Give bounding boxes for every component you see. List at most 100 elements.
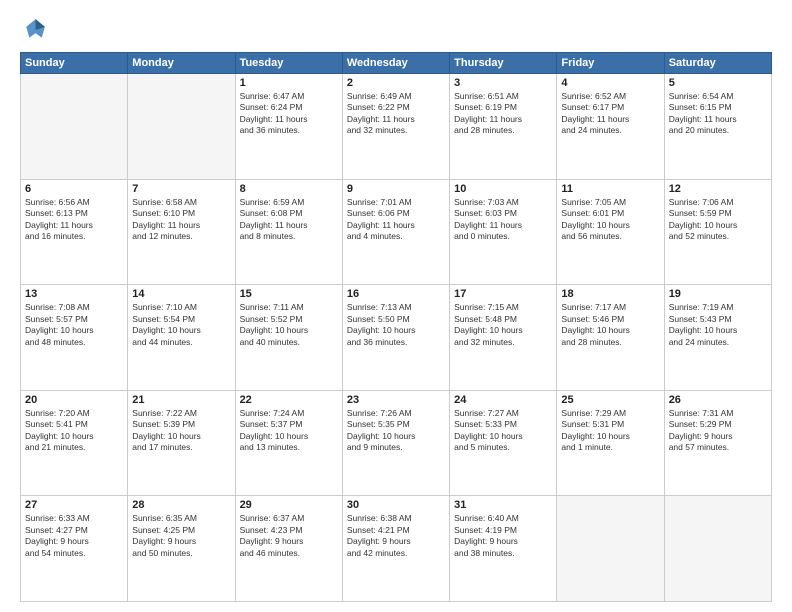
calendar-cell: 23 Sunrise: 7:26 AM Sunset: 5:35 PM Dayli… [342, 390, 449, 496]
calendar-cell: 3 Sunrise: 6:51 AM Sunset: 6:19 PM Daylig… [450, 74, 557, 180]
day-of-week-header: Thursday [450, 53, 557, 74]
calendar-cell: 21 Sunrise: 7:22 AM Sunset: 5:39 PM Dayli… [128, 390, 235, 496]
page: SundayMondayTuesdayWednesdayThursdayFrid… [0, 0, 792, 612]
calendar-header-row: SundayMondayTuesdayWednesdayThursdayFrid… [21, 53, 772, 74]
calendar-week-row: 1 Sunrise: 6:47 AM Sunset: 6:24 PM Daylig… [21, 74, 772, 180]
day-number: 7 [132, 183, 230, 195]
day-info: Sunrise: 7:26 AM Sunset: 5:35 PM Dayligh… [347, 408, 445, 454]
day-info: Sunrise: 7:03 AM Sunset: 6:03 PM Dayligh… [454, 197, 552, 243]
day-info: Sunrise: 7:19 AM Sunset: 5:43 PM Dayligh… [669, 302, 767, 348]
day-of-week-header: Tuesday [235, 53, 342, 74]
calendar-cell: 7 Sunrise: 6:58 AM Sunset: 6:10 PM Daylig… [128, 179, 235, 285]
day-info: Sunrise: 6:37 AM Sunset: 4:23 PM Dayligh… [240, 513, 338, 559]
day-of-week-header: Monday [128, 53, 235, 74]
calendar-cell: 27 Sunrise: 6:33 AM Sunset: 4:27 PM Dayli… [21, 496, 128, 602]
calendar-cell: 22Sunrise: 7:24 AM Sunset: 5:37 PM Dayli… [235, 390, 342, 496]
day-number: 5 [669, 77, 767, 89]
calendar-cell: 30 Sunrise: 6:38 AM Sunset: 4:21 PM Dayli… [342, 496, 449, 602]
calendar-cell: 17 Sunrise: 7:15 AM Sunset: 5:48 PM Dayli… [450, 285, 557, 391]
day-number: 24 [454, 394, 552, 406]
day-info: Sunrise: 7:31 AM Sunset: 5:29 PM Dayligh… [669, 408, 767, 454]
day-info: Sunrise: 7:13 AM Sunset: 5:50 PM Dayligh… [347, 302, 445, 348]
calendar-week-row: 20 Sunrise: 7:20 AM Sunset: 5:41 PM Dayli… [21, 390, 772, 496]
calendar-cell: 19 Sunrise: 7:19 AM Sunset: 5:43 PM Dayli… [664, 285, 771, 391]
calendar-cell: 28 Sunrise: 6:35 AM Sunset: 4:25 PM Dayli… [128, 496, 235, 602]
calendar: SundayMondayTuesdayWednesdayThursdayFrid… [20, 52, 772, 602]
calendar-cell: 8Sunrise: 6:59 AM Sunset: 6:08 PM Daylig… [235, 179, 342, 285]
day-of-week-header: Sunday [21, 53, 128, 74]
day-info: Sunrise: 7:10 AM Sunset: 5:54 PM Dayligh… [132, 302, 230, 348]
day-info: Sunrise: 7:08 AM Sunset: 5:57 PM Dayligh… [25, 302, 123, 348]
calendar-cell: 12 Sunrise: 7:06 AM Sunset: 5:59 PM Dayli… [664, 179, 771, 285]
day-info: Sunrise: 6:51 AM Sunset: 6:19 PM Dayligh… [454, 91, 552, 137]
day-number: 17 [454, 288, 552, 300]
day-number: 21 [132, 394, 230, 406]
day-of-week-header: Saturday [664, 53, 771, 74]
day-info: Sunrise: 6:35 AM Sunset: 4:25 PM Dayligh… [132, 513, 230, 559]
day-info: Sunrise: 7:27 AM Sunset: 5:33 PM Dayligh… [454, 408, 552, 454]
day-info: Sunrise: 7:15 AM Sunset: 5:48 PM Dayligh… [454, 302, 552, 348]
day-number: 27 [25, 499, 123, 511]
day-info: Sunrise: 6:54 AM Sunset: 6:15 PM Dayligh… [669, 91, 767, 137]
day-number: 20 [25, 394, 123, 406]
calendar-cell [128, 74, 235, 180]
calendar-cell: 29Sunrise: 6:37 AM Sunset: 4:23 PM Dayli… [235, 496, 342, 602]
logo-icon [20, 16, 48, 44]
day-info: Sunrise: 6:47 AM Sunset: 6:24 PM Dayligh… [240, 91, 338, 137]
calendar-cell [557, 496, 664, 602]
day-number: 1 [240, 77, 338, 89]
calendar-cell: 16Sunrise: 7:13 AM Sunset: 5:50 PM Dayli… [342, 285, 449, 391]
day-number: 18 [561, 288, 659, 300]
day-number: 3 [454, 77, 552, 89]
day-of-week-header: Friday [557, 53, 664, 74]
day-number: 4 [561, 77, 659, 89]
calendar-cell: 26 Sunrise: 7:31 AM Sunset: 5:29 PM Dayli… [664, 390, 771, 496]
day-info: Sunrise: 6:58 AM Sunset: 6:10 PM Dayligh… [132, 197, 230, 243]
calendar-cell: 5 Sunrise: 6:54 AM Sunset: 6:15 PM Daylig… [664, 74, 771, 180]
day-info: Sunrise: 7:17 AM Sunset: 5:46 PM Dayligh… [561, 302, 659, 348]
day-number: 14 [132, 288, 230, 300]
day-info: Sunrise: 6:38 AM Sunset: 4:21 PM Dayligh… [347, 513, 445, 559]
calendar-cell: 10Sunrise: 7:03 AM Sunset: 6:03 PM Dayli… [450, 179, 557, 285]
calendar-cell: 14 Sunrise: 7:10 AM Sunset: 5:54 PM Dayli… [128, 285, 235, 391]
calendar-cell: 11 Sunrise: 7:05 AM Sunset: 6:01 PM Dayli… [557, 179, 664, 285]
day-number: 11 [561, 183, 659, 195]
day-number: 13 [25, 288, 123, 300]
calendar-cell: 4 Sunrise: 6:52 AM Sunset: 6:17 PM Daylig… [557, 74, 664, 180]
calendar-cell: 2Sunrise: 6:49 AM Sunset: 6:22 PM Daylig… [342, 74, 449, 180]
calendar-week-row: 6Sunrise: 6:56 AM Sunset: 6:13 PM Daylig… [21, 179, 772, 285]
day-info: Sunrise: 7:06 AM Sunset: 5:59 PM Dayligh… [669, 197, 767, 243]
day-number: 2 [347, 77, 445, 89]
day-info: Sunrise: 7:11 AM Sunset: 5:52 PM Dayligh… [240, 302, 338, 348]
day-number: 19 [669, 288, 767, 300]
calendar-cell: 20 Sunrise: 7:20 AM Sunset: 5:41 PM Dayli… [21, 390, 128, 496]
day-number: 28 [132, 499, 230, 511]
day-number: 12 [669, 183, 767, 195]
day-number: 26 [669, 394, 767, 406]
day-info: Sunrise: 7:22 AM Sunset: 5:39 PM Dayligh… [132, 408, 230, 454]
calendar-cell [664, 496, 771, 602]
calendar-cell [21, 74, 128, 180]
calendar-cell: 1 Sunrise: 6:47 AM Sunset: 6:24 PM Daylig… [235, 74, 342, 180]
calendar-cell: 25 Sunrise: 7:29 AM Sunset: 5:31 PM Dayli… [557, 390, 664, 496]
day-info: Sunrise: 7:05 AM Sunset: 6:01 PM Dayligh… [561, 197, 659, 243]
day-info: Sunrise: 7:29 AM Sunset: 5:31 PM Dayligh… [561, 408, 659, 454]
day-number: 23 [347, 394, 445, 406]
day-number: 31 [454, 499, 552, 511]
day-number: 25 [561, 394, 659, 406]
calendar-cell: 13 Sunrise: 7:08 AM Sunset: 5:57 PM Dayli… [21, 285, 128, 391]
day-info: Sunrise: 6:59 AM Sunset: 6:08 PM Dayligh… [240, 197, 338, 243]
day-info: Sunrise: 6:33 AM Sunset: 4:27 PM Dayligh… [25, 513, 123, 559]
calendar-cell: 31 Sunrise: 6:40 AM Sunset: 4:19 PM Dayli… [450, 496, 557, 602]
day-info: Sunrise: 7:20 AM Sunset: 5:41 PM Dayligh… [25, 408, 123, 454]
day-number: 6 [25, 183, 123, 195]
day-number: 9 [347, 183, 445, 195]
day-info: Sunrise: 7:24 AM Sunset: 5:37 PM Dayligh… [240, 408, 338, 454]
calendar-cell: 18 Sunrise: 7:17 AM Sunset: 5:46 PM Dayli… [557, 285, 664, 391]
header [20, 16, 772, 44]
day-number: 30 [347, 499, 445, 511]
calendar-cell: 9Sunrise: 7:01 AM Sunset: 6:06 PM Daylig… [342, 179, 449, 285]
day-info: Sunrise: 6:40 AM Sunset: 4:19 PM Dayligh… [454, 513, 552, 559]
logo [20, 16, 52, 44]
day-info: Sunrise: 6:52 AM Sunset: 6:17 PM Dayligh… [561, 91, 659, 137]
